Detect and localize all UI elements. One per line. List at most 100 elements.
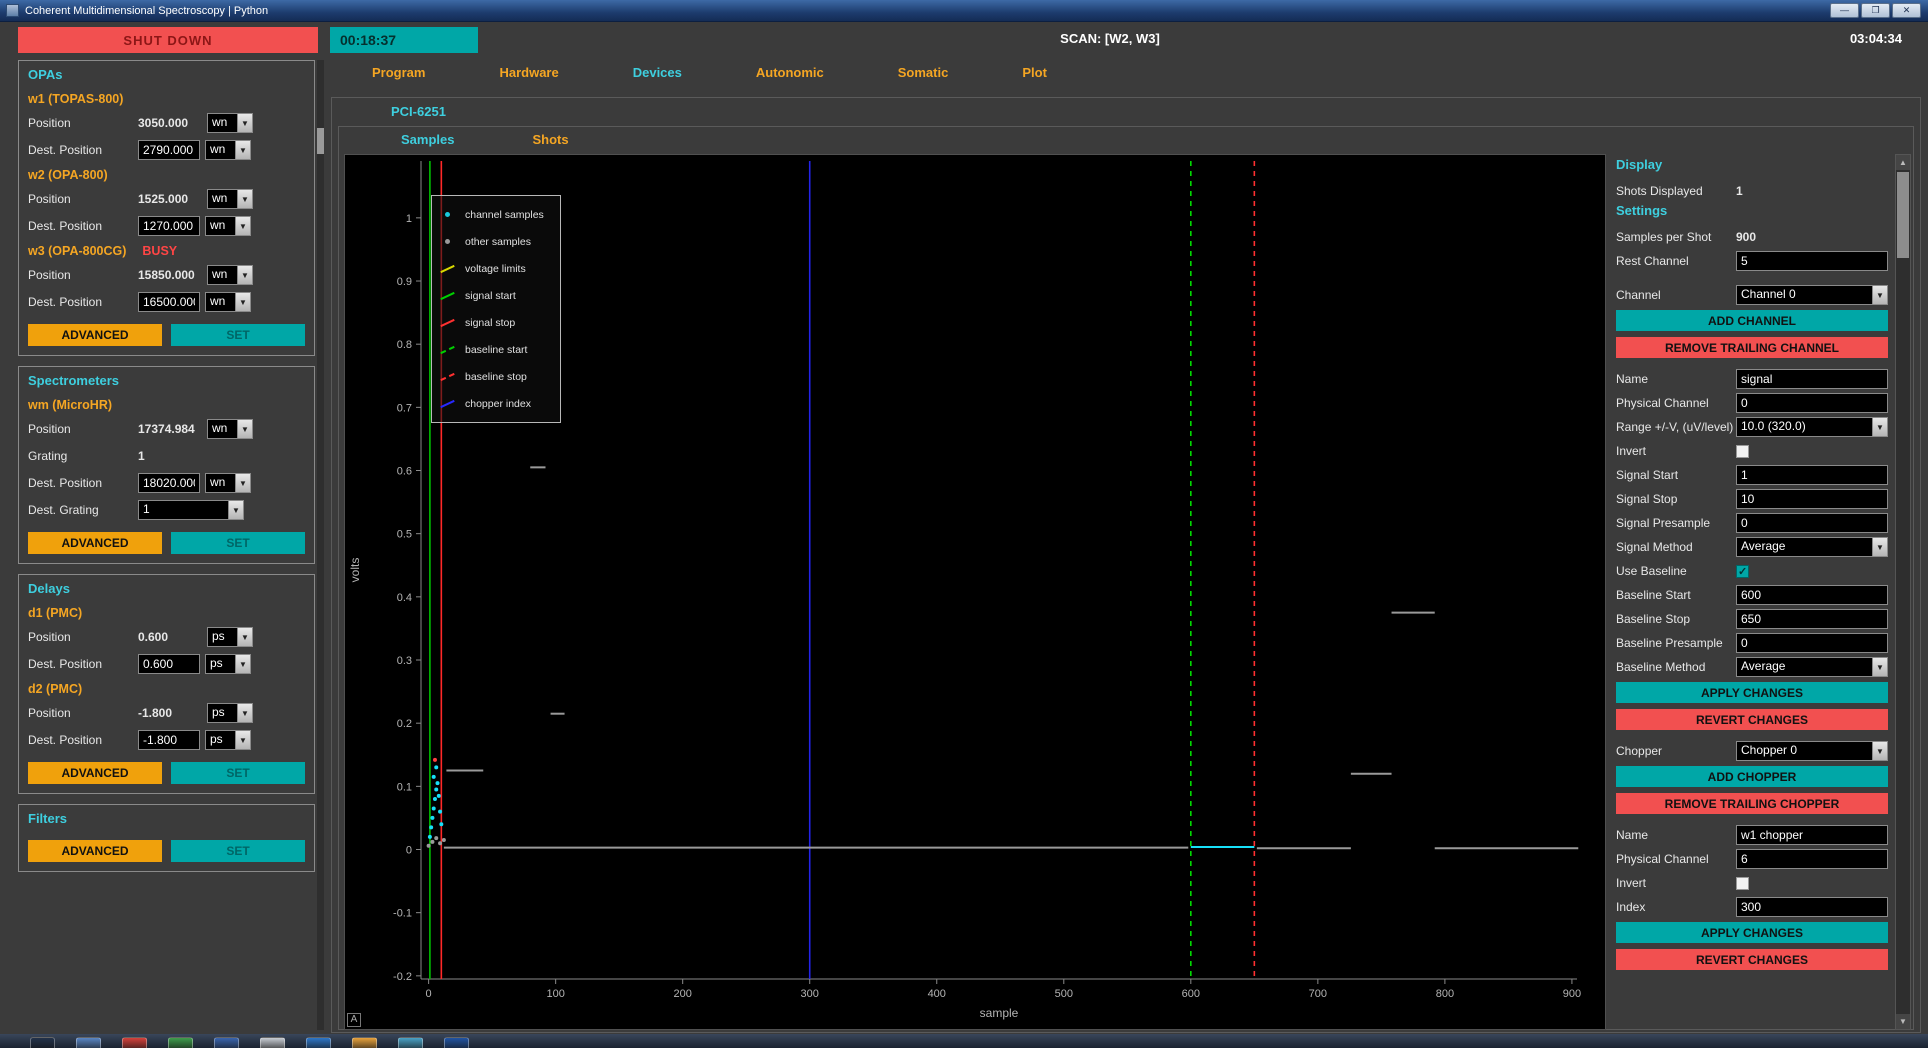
units-dropdown[interactable]: wn ▼	[205, 473, 251, 493]
tab-somatic[interactable]: Somatic	[898, 65, 949, 80]
signal-stop-input[interactable]	[1736, 489, 1888, 509]
apply-chopper-changes-button[interactable]: APPLY CHANGES	[1616, 922, 1888, 943]
units-dropdown[interactable]: wn ▼	[205, 140, 251, 160]
baseline-method-dropdown[interactable]: Average ▼	[1736, 657, 1888, 677]
baseline-start-input[interactable]	[1736, 585, 1888, 605]
taskbar-app-9-icon[interactable]	[398, 1037, 423, 1048]
maximize-button[interactable]: ❐	[1861, 3, 1890, 18]
units-dropdown[interactable]: wn ▼	[207, 419, 253, 439]
baseline-stop-input[interactable]	[1736, 609, 1888, 629]
spectrometers-section: Spectrometers wm (MicroHR) Position 1737…	[18, 366, 315, 564]
chopper-physical-channel-input[interactable]	[1736, 849, 1888, 869]
units-dropdown[interactable]: ps ▼	[207, 703, 253, 723]
add-chopper-button[interactable]: ADD CHOPPER	[1616, 766, 1888, 787]
delay-d2-name: d2 (PMC)	[28, 682, 82, 696]
shutdown-button[interactable]: SHUT DOWN	[18, 27, 318, 53]
scroll-down-icon[interactable]: ▼	[1896, 1014, 1910, 1029]
plot-legend[interactable]: channel samplesother samplesvoltage limi…	[431, 195, 561, 423]
taskbar-app-2-icon[interactable]	[76, 1037, 101, 1048]
units-dropdown[interactable]: ps ▼	[205, 654, 251, 674]
set-button[interactable]: SET	[171, 532, 305, 554]
taskbar-app-5-icon[interactable]	[214, 1037, 239, 1048]
signal-start-input[interactable]	[1736, 465, 1888, 485]
tab-samples[interactable]: Samples	[401, 132, 454, 147]
autoscale-button[interactable]: A	[347, 1013, 361, 1027]
baseline-start-label: Baseline Start	[1616, 588, 1736, 602]
revert-changes-button[interactable]: REVERT CHANGES	[1616, 709, 1888, 730]
taskbar-app-10-icon[interactable]	[444, 1037, 469, 1048]
tab-shots[interactable]: Shots	[532, 132, 568, 147]
tab-hardware[interactable]: Hardware	[499, 65, 558, 80]
invert-checkbox[interactable]	[1736, 445, 1749, 458]
baseline-presample-input[interactable]	[1736, 633, 1888, 653]
channel-dropdown[interactable]: Channel 0 ▼	[1736, 285, 1888, 305]
tab-devices[interactable]: Devices	[633, 65, 682, 80]
units-dropdown[interactable]: wn ▼	[207, 113, 253, 133]
set-button[interactable]: SET	[171, 840, 305, 862]
sidebar-scrollbar[interactable]	[317, 60, 324, 1030]
x-tick-label: 0	[426, 988, 432, 1000]
chopper-name-input[interactable]	[1736, 825, 1888, 845]
taskbar-app-3-icon[interactable]	[122, 1037, 147, 1048]
revert-chopper-changes-button[interactable]: REVERT CHANGES	[1616, 949, 1888, 970]
signal-method-dropdown[interactable]: Average ▼	[1736, 537, 1888, 557]
units-dropdown[interactable]: ps ▼	[205, 730, 251, 750]
signal-presample-input[interactable]	[1736, 513, 1888, 533]
use-baseline-checkbox[interactable]	[1736, 565, 1749, 578]
dest-position-input[interactable]	[138, 140, 200, 160]
dest-position-input[interactable]	[138, 292, 200, 312]
advanced-button[interactable]: ADVANCED	[28, 840, 162, 862]
advanced-button[interactable]: ADVANCED	[28, 324, 162, 346]
dest-grating-dropdown[interactable]: 1 ▼	[138, 500, 244, 520]
apply-changes-button[interactable]: APPLY CHANGES	[1616, 682, 1888, 703]
chevron-down-icon: ▼	[237, 628, 252, 646]
rest-channel-input[interactable]	[1736, 251, 1888, 271]
units-dropdown[interactable]: wn ▼	[205, 292, 251, 312]
taskbar-app-8-icon[interactable]	[352, 1037, 377, 1048]
units-dropdown[interactable]: wn ▼	[207, 265, 253, 285]
position-label: Position	[28, 192, 138, 206]
x-tick-label: 100	[546, 988, 564, 1000]
point-channel-samples	[438, 810, 442, 814]
range-dropdown[interactable]: 10.0 (320.0) ▼	[1736, 417, 1888, 437]
tab-autonomic[interactable]: Autonomic	[756, 65, 824, 80]
point-other-samples	[434, 836, 438, 840]
point-channel-samples	[432, 775, 436, 779]
chopper-dropdown[interactable]: Chopper 0 ▼	[1736, 741, 1888, 761]
samples-plot-area[interactable]: 0100200300400500600700800900-0.2-0.100.1…	[344, 154, 1606, 1030]
advanced-button[interactable]: ADVANCED	[28, 762, 162, 784]
point-channel-samples	[428, 835, 432, 839]
units-dropdown[interactable]: wn ▼	[205, 216, 251, 236]
taskbar-app-4-icon[interactable]	[168, 1037, 193, 1048]
minimize-button[interactable]: —	[1830, 3, 1859, 18]
chopper-index-input[interactable]	[1736, 897, 1888, 917]
tab-program[interactable]: Program	[372, 65, 425, 80]
advanced-button[interactable]: ADVANCED	[28, 532, 162, 554]
physical-channel-input[interactable]	[1736, 393, 1888, 413]
add-channel-button[interactable]: ADD CHANNEL	[1616, 310, 1888, 331]
set-button[interactable]: SET	[171, 324, 305, 346]
taskbar-app-7-icon[interactable]	[306, 1037, 331, 1048]
scroll-up-icon[interactable]: ▲	[1896, 155, 1910, 170]
panel-scrollbar[interactable]: ▲ ▼	[1895, 154, 1911, 1030]
dest-position-input[interactable]	[138, 730, 200, 750]
units-dropdown[interactable]: wn ▼	[207, 189, 253, 209]
remove-trailing-chopper-button[interactable]: REMOVE TRAILING CHOPPER	[1616, 793, 1888, 814]
scrollbar-thumb[interactable]	[317, 128, 324, 154]
taskbar-app-6-icon[interactable]	[260, 1037, 285, 1048]
chopper-invert-checkbox[interactable]	[1736, 877, 1749, 890]
channel-name-input[interactable]	[1736, 369, 1888, 389]
set-button[interactable]: SET	[171, 762, 305, 784]
dest-position-input[interactable]	[138, 473, 200, 493]
dest-position-input[interactable]	[138, 216, 200, 236]
tab-plot[interactable]: Plot	[1022, 65, 1047, 80]
chevron-down-icon: ▼	[235, 293, 250, 311]
windows-taskbar[interactable]	[0, 1034, 1928, 1048]
remove-trailing-channel-button[interactable]: REMOVE TRAILING CHANNEL	[1616, 337, 1888, 358]
legend-entry: voltage limits	[439, 255, 553, 282]
taskbar-app-1-icon[interactable]	[30, 1037, 55, 1048]
dest-position-input[interactable]	[138, 654, 200, 674]
scrollbar-thumb[interactable]	[1897, 172, 1909, 258]
units-dropdown[interactable]: ps ▼	[207, 627, 253, 647]
close-button[interactable]: ✕	[1892, 3, 1921, 18]
